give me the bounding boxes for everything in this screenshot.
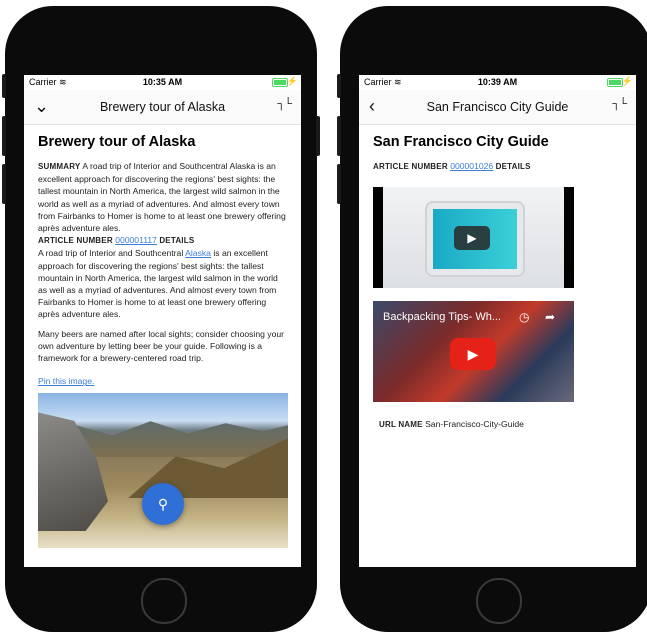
power-button <box>316 116 320 156</box>
charging-icon: ⚡ <box>286 76 298 86</box>
video-title: Backpacking Tips- Wh... <box>383 311 501 324</box>
article-number-row: ARTICLE NUMBER 000001117 DETAILS <box>38 234 288 247</box>
beers-paragraph: Many beers are named after local sights;… <box>38 328 285 364</box>
play-icon[interactable]: ▶ <box>454 226 490 251</box>
search-fab-button[interactable]: ⚲ <box>142 483 184 526</box>
screen-right: Carrier ≋ 10:39 AM ⚡ ‹ San Francisco Cit… <box>359 75 636 567</box>
mute-switch <box>2 74 6 98</box>
details-label: DETAILS <box>159 236 195 246</box>
summary-label: SUMMARY <box>38 162 81 171</box>
status-time: 10:39 AM <box>477 77 518 87</box>
details-text-suffix: is an excellent approach for discovering… <box>38 248 278 320</box>
details-text-prefix: A road trip of Interior and Southcentral <box>38 248 184 259</box>
mute-switch <box>337 74 341 98</box>
phone-frame-left: Carrier ≋ 10:35 AM ⚡ ⌄ Brewery tour of A… <box>2 6 320 632</box>
nav-bar: ‹ San Francisco City Guide ┐└ <box>359 90 636 125</box>
pin-image-link[interactable]: Pin this image. <box>38 376 94 386</box>
battery-icon <box>607 78 623 87</box>
home-button[interactable] <box>141 578 187 624</box>
volume-up-button <box>2 116 6 156</box>
article-content: Brewery tour of Alaska SUMMARY A road tr… <box>38 124 288 549</box>
details-label: DETAILS <box>495 162 531 171</box>
status-bar: Carrier ≋ 10:35 AM ⚡ <box>24 75 301 90</box>
volume-up-button <box>337 116 341 156</box>
nav-title: Brewery tour of Alaska <box>99 100 226 114</box>
home-button[interactable] <box>476 578 522 624</box>
summary-paragraph: SUMMARY A road trip of Interior and Sout… <box>38 160 288 234</box>
alaska-landscape-image: ⚲ <box>38 393 288 549</box>
article-number-link[interactable]: 000001117 <box>115 235 157 245</box>
youtube-play-icon[interactable]: ▶ <box>450 338 496 371</box>
charging-icon: ⚡ <box>621 76 633 86</box>
article-content: San Francisco City Guide ARTICLE NUMBER … <box>373 124 623 431</box>
embedded-video-tablet[interactable]: ▶ <box>373 187 574 289</box>
status-bar: Carrier ≋ 10:39 AM ⚡ <box>359 75 636 90</box>
collapse-icon[interactable]: ┐└ <box>612 98 627 110</box>
summary-text: A road trip of Interior and Southcentral… <box>38 161 286 234</box>
article-number-row: ARTICLE NUMBER 000001026 DETAILS <box>373 160 623 173</box>
collapse-icon[interactable]: ┐└ <box>277 98 292 110</box>
details-paragraph: A road trip of Interior and Southcentral… <box>38 247 288 320</box>
screen-left: Carrier ≋ 10:35 AM ⚡ ⌄ Brewery tour of A… <box>24 75 301 567</box>
url-name-label: URL NAME <box>379 420 423 430</box>
embedded-video-backpacking[interactable]: Backpacking Tips- Wh... ◷ ➦ ▶ <box>373 301 574 403</box>
battery-icon <box>272 78 288 87</box>
nav-title: San Francisco City Guide <box>426 100 569 114</box>
article-heading: San Francisco City Guide <box>373 134 549 150</box>
volume-down-button <box>2 164 6 204</box>
article-number-label: ARTICLE NUMBER <box>373 162 448 171</box>
phone-frame-right: Carrier ≋ 10:39 AM ⚡ ‹ San Francisco Cit… <box>337 6 647 632</box>
volume-down-button <box>337 164 341 204</box>
nav-bar: ⌄ Brewery tour of Alaska ┐└ <box>24 90 301 125</box>
article-number-link[interactable]: 000001026 <box>450 161 493 171</box>
article-heading: Brewery tour of Alaska <box>38 134 196 150</box>
status-time: 10:35 AM <box>142 77 183 87</box>
search-icon: ⚲ <box>157 496 169 513</box>
url-name-value: San-Francisco-City-Guide <box>425 419 524 430</box>
url-name-row: URL NAME San-Francisco-City-Guide <box>379 418 623 431</box>
alaska-link[interactable]: Alaska <box>185 248 211 258</box>
article-number-label: ARTICLE NUMBER <box>38 236 113 246</box>
clock-icon[interactable]: ◷ <box>519 310 529 324</box>
share-icon[interactable]: ➦ <box>545 310 555 324</box>
